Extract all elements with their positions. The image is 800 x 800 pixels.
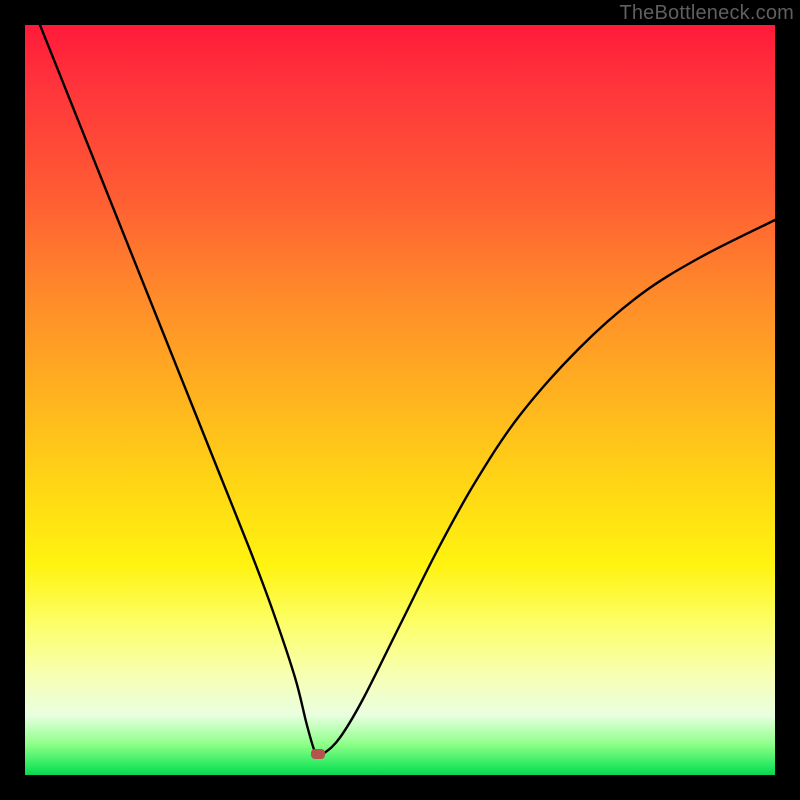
optimal-point-marker [311,749,325,759]
bottleneck-curve [25,25,775,775]
chart-frame [25,25,775,775]
watermark-text: TheBottleneck.com [619,2,794,25]
